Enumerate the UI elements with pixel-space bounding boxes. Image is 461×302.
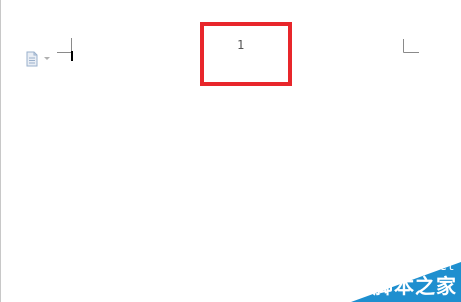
highlight-box xyxy=(200,22,292,86)
page-left-border xyxy=(0,0,1,302)
document-page[interactable]: 1 jb51.net 脚本之家 xyxy=(0,0,461,302)
paste-options-icon xyxy=(26,51,38,67)
watermark: jb51.net 脚本之家 xyxy=(281,222,461,302)
margin-corner-mark-right xyxy=(403,39,419,53)
paste-options-button[interactable] xyxy=(25,50,55,68)
chevron-down-icon xyxy=(44,57,50,60)
watermark-name: 脚本之家 xyxy=(373,274,457,298)
text-cursor xyxy=(71,51,73,61)
